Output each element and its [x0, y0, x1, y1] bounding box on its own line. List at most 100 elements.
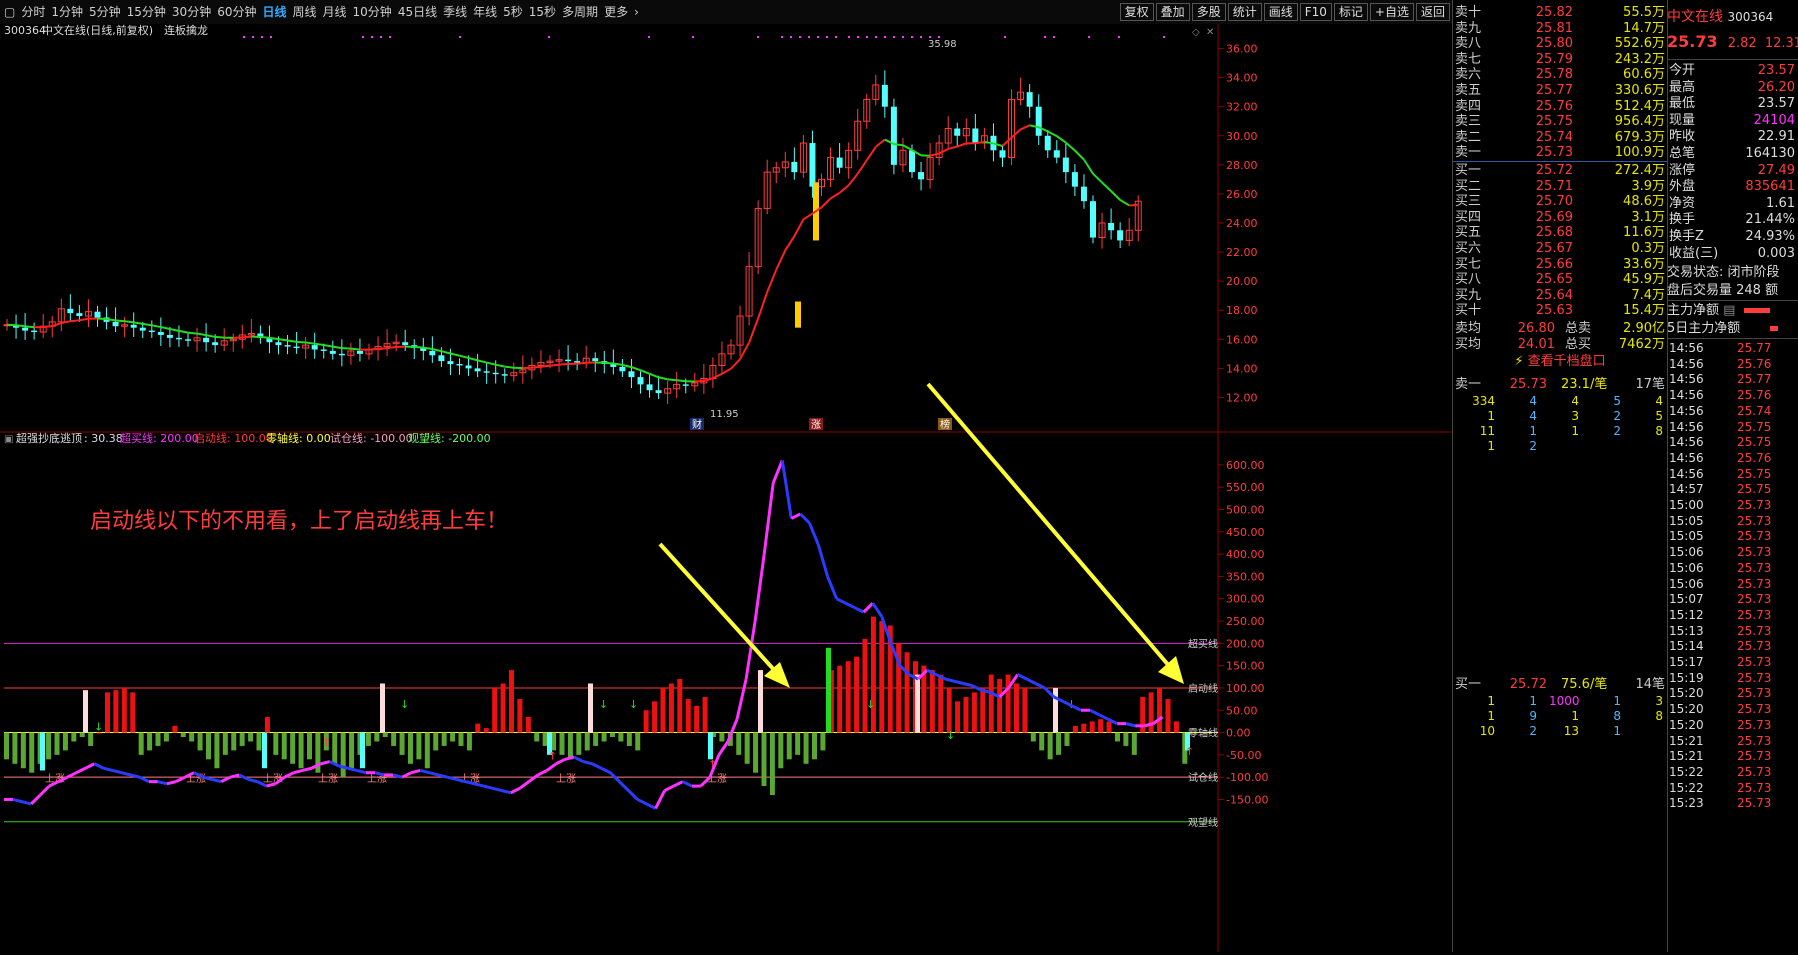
tick-row: 14:5625.75	[1667, 419, 1798, 435]
tick-price: 25.76	[1737, 356, 1771, 372]
queue-cell: 3	[1633, 694, 1663, 708]
period-tab-0[interactable]: 分时	[21, 4, 45, 20]
period-tab-7[interactable]: 周线	[293, 4, 317, 20]
down-arrow-icon: ↓	[866, 698, 875, 711]
period-tab-14[interactable]: 15秒	[529, 4, 556, 20]
toolbar-menu-icon[interactable]: ▢	[4, 4, 15, 20]
tick-price: 25.73	[1737, 607, 1771, 623]
stat-row: 总笔164130	[1667, 145, 1798, 163]
tick-row: 15:0025.73	[1667, 497, 1798, 513]
queue-avg: 23.1/笔	[1561, 376, 1607, 394]
stat-value: 1.61	[1766, 195, 1795, 213]
tick-price: 25.76	[1737, 450, 1771, 466]
kline-chart[interactable]: 300364 中文在线(日线,前复权) 连板擒龙 ◇ ✕ 36.0034.003…	[0, 24, 1452, 952]
tool-button-0[interactable]: 复权	[1120, 3, 1154, 21]
order-book: 卖十25.8255.5万卖九25.8114.7万卖八25.80552.6万卖七2…	[1453, 0, 1668, 952]
stat-row: 外盘835641	[1667, 178, 1798, 196]
tick-row: 15:0525.73	[1667, 528, 1798, 544]
queue-cell: 4	[1507, 409, 1537, 423]
tick-price: 25.73	[1737, 733, 1771, 749]
average-row: 买均24.01总买7462万	[1453, 336, 1667, 354]
period-tab-4[interactable]: 30分钟	[172, 4, 211, 20]
queue-cell: 9	[1507, 709, 1537, 723]
level-label-guanwang: 观望线	[1188, 816, 1218, 829]
view-qiandang-button[interactable]: ⚡ 查看千档盘口	[1453, 353, 1667, 371]
tool-button-8[interactable]: 返回	[1416, 3, 1450, 21]
tool-button-2[interactable]: 多股	[1192, 3, 1226, 21]
stat-value: 23.57	[1758, 62, 1795, 80]
period-tab-15[interactable]: 多周期	[562, 4, 598, 20]
tick-time: 14:56	[1669, 387, 1704, 403]
period-tab-8[interactable]: 月线	[323, 4, 347, 20]
tick-price: 25.74	[1737, 403, 1771, 419]
indicator-name: 超强抄底逃顶	[16, 431, 82, 445]
period-tab-12[interactable]: 年线	[473, 4, 497, 20]
period-tab-16[interactable]: 更多	[604, 4, 628, 20]
period-tab-1[interactable]: 1分钟	[51, 4, 83, 20]
period-tab-2[interactable]: 5分钟	[89, 4, 121, 20]
queue-cell: 8	[1633, 424, 1663, 438]
queue-price: 25.73	[1493, 376, 1547, 394]
tool-button-7[interactable]: +自选	[1370, 3, 1414, 21]
tick-price: 25.73	[1737, 795, 1771, 811]
stock-code: 300364	[1727, 10, 1773, 24]
stock-title: 中文在线 300364	[1667, 8, 1798, 26]
tool-button-3[interactable]: 统计	[1228, 3, 1262, 21]
queue-cell: 1	[1507, 424, 1537, 438]
queue-cell: 4	[1507, 394, 1537, 408]
down-arrow-icon: ↓	[629, 698, 638, 711]
tick-price: 25.73	[1737, 576, 1771, 592]
tool-button-1[interactable]: 叠加	[1156, 3, 1190, 21]
tick-row: 15:0625.73	[1667, 560, 1798, 576]
queue-cell: 1	[1465, 694, 1495, 708]
tool-button-5[interactable]: F10	[1300, 3, 1332, 21]
period-tab-11[interactable]: 季线	[443, 4, 467, 20]
sell-quote-row[interactable]: 卖一25.73100.9万	[1453, 144, 1667, 162]
tick-time: 15:20	[1669, 701, 1704, 717]
period-tab-9[interactable]: 10分钟	[353, 4, 392, 20]
queue-cell: 1	[1591, 694, 1621, 708]
chart-area[interactable]: 300364 中文在线(日线,前复权) 连板擒龙 ◇ ✕ 36.0034.003…	[0, 24, 1452, 952]
tool-button-6[interactable]: 标记	[1334, 3, 1368, 21]
queue-cell: 5	[1633, 409, 1663, 423]
main-flow5-row: 5日主力净额	[1667, 320, 1798, 338]
stat-row: 昨收22.91	[1667, 128, 1798, 146]
close-icon[interactable]: ✕	[1206, 27, 1214, 38]
auction-volume: 盘后交易量 248 额	[1667, 282, 1798, 300]
indicator-shicang: 试仓线: -100.00	[330, 431, 413, 445]
period-tab-10[interactable]: 45日线	[398, 4, 437, 20]
collapse-icon[interactable]: ◇	[1192, 27, 1200, 38]
queue-cell: 10	[1465, 724, 1495, 738]
chart-name: 中文在线(日线,前复权)	[42, 24, 153, 37]
high-price-label: 35.98	[928, 39, 957, 50]
price-tick: 26.00	[1226, 188, 1258, 201]
tool-button-4[interactable]: 画线	[1264, 3, 1298, 21]
low-price-label: 11.95	[710, 409, 739, 420]
tick-price: 25.73	[1737, 748, 1771, 764]
indicator-menu-icon[interactable]: ▣	[4, 434, 13, 445]
tick-row: 14:5625.77	[1667, 340, 1798, 356]
period-tab-6[interactable]: 日线	[262, 4, 286, 20]
stat-value: 23.57	[1758, 95, 1795, 113]
main-flow-label: 主力净额	[1667, 303, 1719, 318]
tick-time: 15:05	[1669, 513, 1704, 529]
stock-price: 25.73	[1667, 32, 1718, 51]
tick-row: 14:5625.76	[1667, 450, 1798, 466]
more-chevron-icon[interactable]: ›	[634, 4, 639, 20]
tick-row: 15:2225.73	[1667, 780, 1798, 796]
stat-value: 24.93%	[1745, 228, 1795, 246]
flow-menu-icon[interactable]: ▤	[1723, 303, 1735, 318]
view-qiandang-label: 查看千档盘口	[1528, 354, 1606, 369]
tick-time: 14:56	[1669, 371, 1704, 387]
annotation-text: 启动线以下的不用看，上了启动线再上车！	[90, 509, 508, 534]
stat-label: 换手	[1669, 211, 1695, 229]
stat-row: 现量24104	[1667, 112, 1798, 130]
period-tab-5[interactable]: 60分钟	[217, 4, 256, 20]
tick-row: 15:2025.73	[1667, 701, 1798, 717]
buy-quote-row[interactable]: 买十25.6315.4万	[1453, 302, 1667, 320]
stat-label: 换手Z	[1669, 228, 1704, 246]
period-tab-13[interactable]: 5秒	[503, 4, 523, 20]
period-tab-3[interactable]: 15分钟	[127, 4, 166, 20]
mark2-badge: 涨	[811, 419, 821, 431]
average-price: 24.01	[1501, 336, 1555, 354]
